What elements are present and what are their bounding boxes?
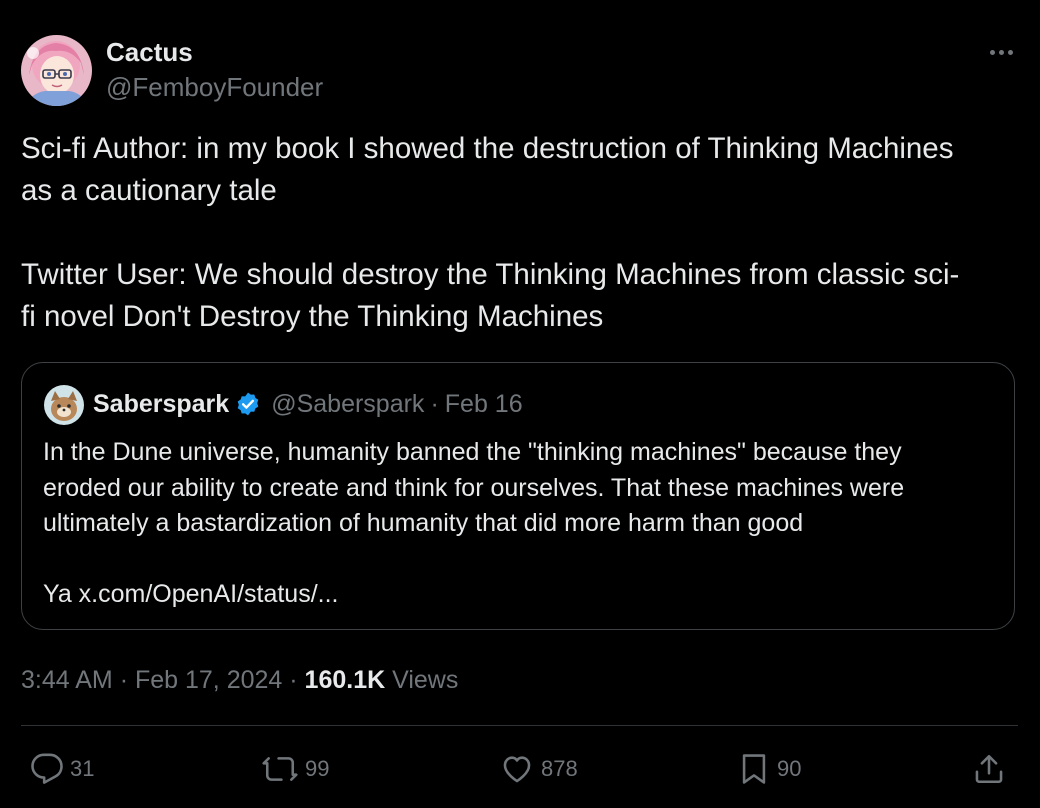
meta-separator: ·: [119, 666, 129, 694]
share-button[interactable]: [972, 752, 1006, 786]
repost-button[interactable]: 99: [261, 752, 329, 786]
bookmark-icon: [737, 752, 771, 786]
tweet-date[interactable]: Feb 17, 2024: [135, 666, 282, 694]
reply-count: 31: [70, 756, 95, 781]
tweet-meta: 3:44 AM · Feb 17, 2024 · 160.1K Views: [21, 664, 458, 696]
views-label: Views: [392, 666, 459, 694]
more-icon[interactable]: [984, 38, 1018, 66]
tweet-time[interactable]: 3:44 AM: [21, 666, 113, 694]
meta-separator: ·: [289, 666, 298, 694]
views-count: 160.1K: [304, 666, 386, 694]
share-icon: [972, 752, 1006, 786]
quoted-tweet-date[interactable]: Feb 16: [445, 390, 523, 419]
tweet: Cactus @FemboyFounder Sci-fi Author: in …: [0, 0, 1040, 808]
quoted-tweet-text: In the Dune universe, humanity banned th…: [43, 438, 905, 608]
author-avatar[interactable]: [21, 35, 92, 106]
repost-count: 99: [305, 756, 330, 781]
quoted-tweet-header: Saberspark @Saberspark · Feb 16: [93, 387, 523, 421]
reply-button[interactable]: 31: [30, 752, 94, 786]
quoted-author-name[interactable]: Saberspark: [93, 390, 229, 419]
quoted-author-avatar[interactable]: [44, 385, 84, 425]
author-handle[interactable]: @FemboyFounder: [106, 71, 323, 103]
quoted-author-handle[interactable]: @Saberspark: [271, 390, 424, 419]
tweet-text: Sci-fi Author: in my book I showed the d…: [21, 132, 960, 333]
quoted-tweet[interactable]: Saberspark @Saberspark · Feb 16 In the D…: [21, 362, 1015, 630]
repost-icon: [261, 752, 299, 786]
bookmark-button[interactable]: 90: [737, 752, 801, 786]
bookmark-count: 90: [777, 756, 802, 781]
verified-icon: [235, 391, 261, 417]
like-button[interactable]: 878: [499, 752, 578, 786]
quoted-separator: ·: [430, 389, 439, 418]
divider: [21, 725, 1018, 726]
like-icon: [499, 752, 535, 786]
reply-icon: [30, 752, 64, 786]
like-count: 878: [541, 756, 578, 781]
author-display-name[interactable]: Cactus: [106, 36, 193, 68]
